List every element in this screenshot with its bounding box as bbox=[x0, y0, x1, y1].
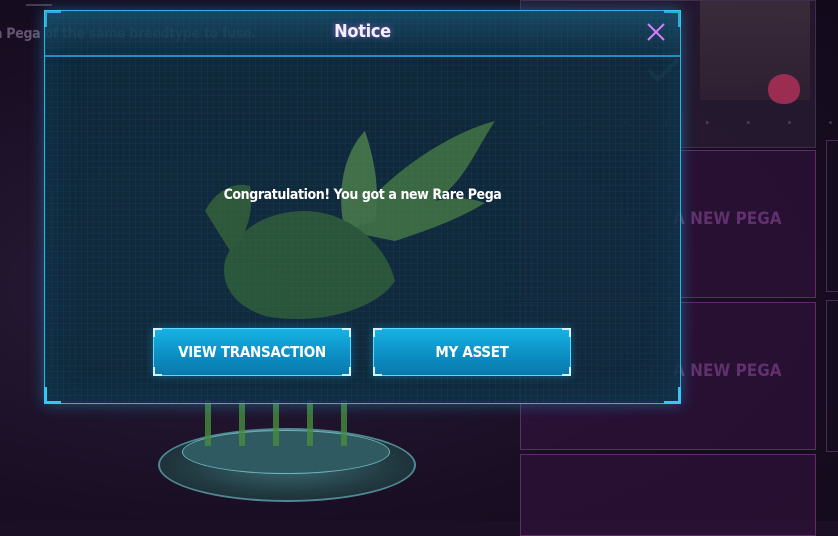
pega-legs bbox=[205, 400, 360, 446]
corner-accent bbox=[44, 387, 61, 404]
view-transaction-label: VIEW TRANSACTION bbox=[178, 343, 326, 361]
close-button[interactable] bbox=[645, 21, 667, 43]
card-edge bbox=[826, 300, 838, 452]
my-asset-label: MY ASSET bbox=[435, 343, 509, 361]
heart-icon bbox=[768, 74, 800, 104]
notice-modal: Notice Congratulation! You got a new Rar… bbox=[44, 10, 681, 404]
pega-silhouette-image bbox=[205, 121, 495, 320]
notice-message: Congratulation! You got a new Rare Pega bbox=[223, 187, 502, 203]
modal-title: Notice bbox=[334, 21, 391, 42]
add-pega-slot-3[interactable] bbox=[520, 454, 816, 536]
corner-accent bbox=[664, 387, 681, 404]
modal-header: Notice bbox=[45, 11, 680, 57]
add-pega-label: A NEW PEGA bbox=[673, 209, 782, 229]
card-edge bbox=[826, 140, 838, 292]
my-asset-button[interactable]: MY ASSET bbox=[373, 328, 571, 376]
close-icon bbox=[647, 23, 665, 41]
add-pega-label: A NEW PEGA bbox=[673, 361, 782, 381]
view-transaction-button[interactable]: VIEW TRANSACTION bbox=[153, 328, 351, 376]
